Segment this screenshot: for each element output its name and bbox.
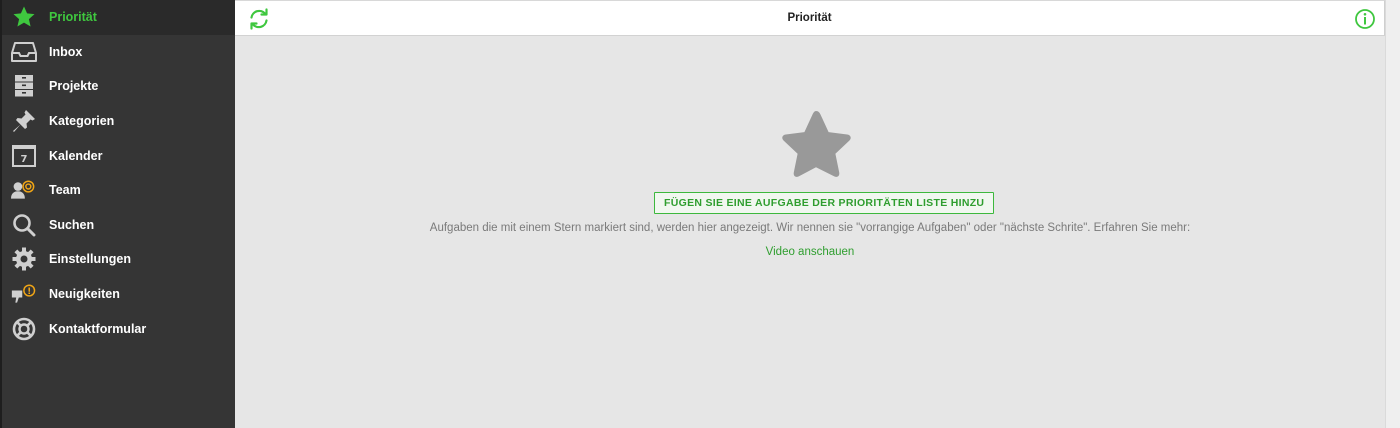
sidebar-item-suchen[interactable]: Suchen — [2, 208, 235, 243]
news-badge: ! — [27, 287, 31, 297]
star-icon — [11, 4, 37, 30]
search-icon — [11, 212, 37, 238]
sidebar-item-label: Team — [49, 183, 81, 198]
empty-state-description: Aufgaben die mit einem Stern markiert si… — [429, 222, 1191, 234]
projects-icon — [11, 73, 37, 99]
sidebar-item-label: Projekte — [49, 79, 99, 94]
sidebar-item-label: Priorität — [49, 10, 97, 25]
sidebar-item-label: Kategorien — [49, 114, 115, 129]
inbox-icon — [11, 39, 37, 65]
sidebar-item-label: Kontaktformular — [49, 321, 147, 336]
sidebar-item-projekte[interactable]: Projekte — [2, 69, 235, 104]
calendar-day: 7 — [21, 154, 28, 165]
page-title: Priorität — [787, 12, 832, 24]
sidebar-item-label: Kalender — [49, 148, 103, 163]
topbar: Priorität — [235, 0, 1385, 36]
sidebar-item-kontaktformular[interactable]: Kontaktformular — [2, 311, 235, 346]
refresh-icon[interactable] — [248, 8, 270, 30]
watch-video-link[interactable]: Video anschauen — [235, 246, 1385, 258]
team-icon — [11, 177, 37, 203]
add-priority-task-button[interactable]: FÜGEN SIE EINE AUFGABE DER PRIORITÄTEN L… — [654, 192, 995, 214]
sidebar-item-label: Inbox — [49, 44, 83, 59]
sidebar-item-label: Einstellungen — [49, 252, 131, 267]
app-window: Priorität Inbox Projekte Kategorien 7 Ka… — [0, 0, 1400, 428]
news-icon: ! — [11, 281, 37, 307]
sidebar-item-inbox[interactable]: Inbox — [2, 35, 235, 70]
main-panel: Priorität FÜGEN SIE EINE AUFGABE DER PRI… — [235, 0, 1400, 428]
empty-state-star-icon — [776, 107, 856, 183]
sidebar-item-label: Suchen — [49, 217, 95, 232]
gear-icon — [11, 246, 37, 272]
sidebar-item-neuigkeiten[interactable]: ! Neuigkeiten — [2, 277, 235, 312]
sidebar-item-prioritaet[interactable]: Priorität — [2, 0, 235, 35]
priority-list-content: FÜGEN SIE EINE AUFGABE DER PRIORITÄTEN L… — [235, 36, 1385, 428]
vertical-scrollbar[interactable] — [1385, 0, 1400, 428]
sidebar-item-kategorien[interactable]: Kategorien — [2, 104, 235, 139]
sidebar-item-kalender[interactable]: 7 Kalender — [2, 138, 235, 173]
sidebar-item-einstellungen[interactable]: Einstellungen — [2, 242, 235, 277]
info-icon[interactable] — [1354, 8, 1376, 30]
pin-icon — [11, 108, 37, 134]
sidebar-item-team[interactable]: Team — [2, 173, 235, 208]
sidebar-item-label: Neuigkeiten — [49, 287, 120, 302]
sidebar: Priorität Inbox Projekte Kategorien 7 Ka… — [0, 0, 235, 428]
lifebuoy-icon — [11, 316, 37, 342]
calendar-icon: 7 — [11, 143, 37, 169]
